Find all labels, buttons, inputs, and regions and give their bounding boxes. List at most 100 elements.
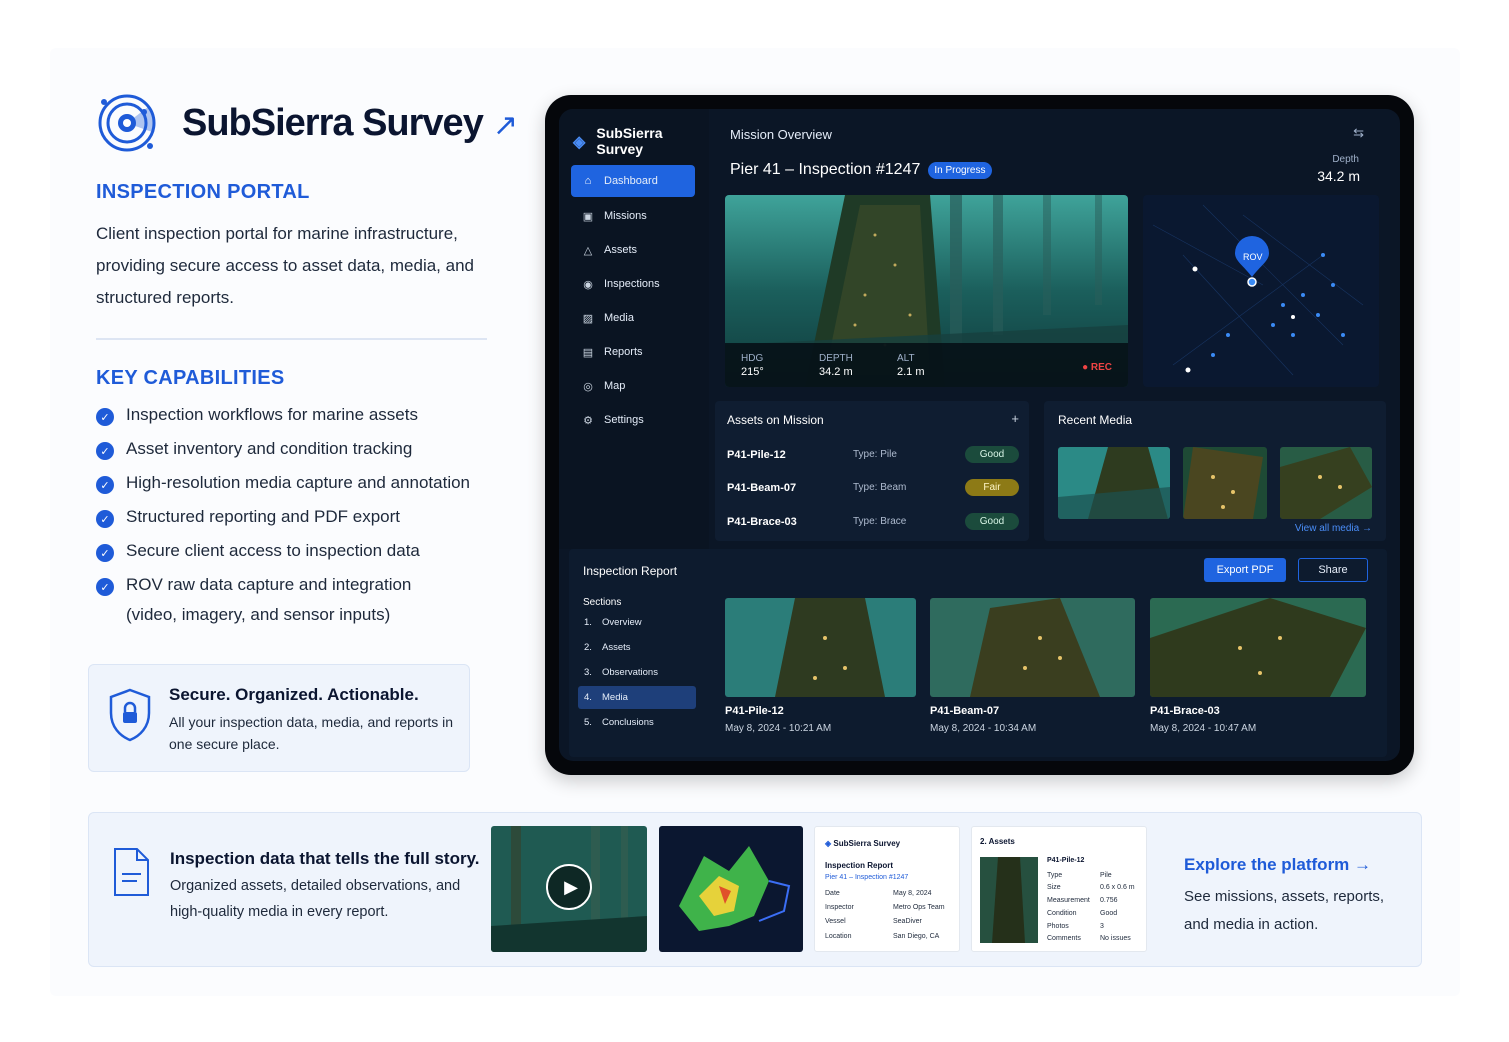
capabilities-heading: KEY CAPABILITIES [96,367,285,389]
report-card-thumbnail[interactable]: ◈ SubSierra Survey Inspection Report Pie… [814,826,960,952]
condition-badge: Good [965,446,1019,463]
telemetry-bar: HDG 215° DEPTH 34.2 m ALT 2.1 m ● REC [725,343,1128,387]
3d-model-thumbnail[interactable] [659,826,803,952]
explore-description: See missions, assets, reports, and media… [1184,888,1385,933]
condition-badge: Fair [965,479,1019,496]
check-icon: ✓ [96,408,114,426]
explore-platform-link[interactable]: Explore the platform → [1184,855,1371,875]
capability-item: ✓ Secure client access to inspection data [96,541,470,575]
section-item-conclusions[interactable]: 5. Conclusions [578,711,696,734]
mission-header: Pier 41 – Inspection #1247 In Progress [730,161,992,179]
media-thumbnail[interactable] [1058,447,1170,519]
portal-description: Client inspection portal for marine infr… [96,224,474,307]
page-title: Mission Overview [730,127,832,142]
section-item-observations[interactable]: 3. Observations [578,661,696,684]
report-media-date: May 8, 2024 - 10:47 AM [1150,723,1257,734]
app-logo-icon: ◈ [825,839,832,848]
rov-video-feed[interactable]: HDG 215° DEPTH 34.2 m ALT 2.1 m ● REC [725,195,1128,387]
assets-card-asset: P41-Pile-12 [1047,857,1085,864]
media-thumbnail[interactable] [1183,447,1267,519]
report-card-subtitle: Pier 41 – Inspection #1247 [825,874,909,881]
document-icon [114,848,149,896]
condition-badge: Good [965,513,1019,530]
report-card-title: Inspection Report [825,861,894,870]
report-card-brand: ◈ SubSierra Survey [825,839,901,848]
report-media-image[interactable] [1150,598,1366,697]
sidebar-item-settings[interactable]: ⚙ Settings [571,403,695,437]
sidebar-item-reports[interactable]: ▤ Reports [571,335,695,369]
sonar-map[interactable]: ROV [1143,195,1379,387]
depth-value: 34.2 m [1317,168,1360,184]
divider [96,338,487,340]
sidebar-item-missions[interactable]: ▣ Missions [571,199,695,233]
asset-row[interactable]: P41-Pile-12 Type: Pile Good [715,438,1029,472]
sidebar-item-inspections[interactable]: ◉ Inspections [571,267,695,301]
check-icon: ✓ [96,544,114,562]
home-icon: ⌂ [584,175,592,187]
media-thumbnail[interactable] [1280,447,1372,519]
banner-description: Organized assets, detailed observations,… [170,878,461,920]
bottom-banner: Inspection data that tells the full stor… [88,812,1422,967]
capability-item: ✓ Asset inventory and condition tracking [96,439,470,473]
tablet-frame: ◈ SubSierra Survey ⌂ Dashboard ▣ Missions … [545,95,1414,775]
report-media-name: P41-Beam-07 [930,705,1000,717]
check-icon: ✓ [96,442,114,460]
sections-label: Sections [583,597,622,608]
shield-lock-icon [109,688,151,742]
section-item-overview[interactable]: 1. Overview [578,611,696,634]
report-media-date: May 8, 2024 - 10:34 AM [930,723,1037,734]
capability-item: ✓ Inspection workflows for marine assets [96,405,470,439]
inspections-icon: ◉ [583,278,593,291]
report-media-name: P41-Pile-12 [725,705,784,717]
report-media-image[interactable] [930,598,1135,697]
add-asset-button[interactable]: + [1011,411,1019,426]
capability-item: ✓ High-resolution media capture and annot… [96,473,470,507]
view-all-media-link[interactable]: View all media → [1295,523,1372,534]
report-media-date: May 8, 2024 - 10:21 AM [725,723,832,734]
play-icon[interactable]: ▶ [546,864,592,910]
assets-icon: △ [583,244,593,257]
secure-description: All your inspection data, media, and rep… [169,714,454,752]
reports-icon: ▤ [582,346,594,359]
sidebar-item-media[interactable]: ▨ Media [571,301,695,335]
brand-header[interactable]: SubSierra Survey ↗ [96,92,518,154]
app-brand[interactable]: ◈ SubSierra Survey [573,125,709,157]
sidebar-nav: ⌂ Dashboard ▣ Missions △ Assets ◉ Inspection… [571,165,695,437]
sidebar-item-assets[interactable]: △ Assets [571,233,695,267]
media-icon: ▨ [582,312,594,325]
recent-media-panel: Recent Media View all media → [1044,401,1386,541]
expand-icon[interactable]: ⇆ [1353,125,1364,141]
report-media-name: P41-Brace-03 [1150,705,1220,717]
secure-title: Secure. Organized. Actionable. [169,685,419,704]
asset-row[interactable]: P41-Beam-07 Type: Beam Fair [715,471,1029,505]
telemetry-depth: DEPTH 34.2 m [819,352,853,378]
asset-row[interactable]: P41-Brace-03 Type: Brace Good [715,505,1029,539]
check-icon: ✓ [96,476,114,494]
export-pdf-button[interactable]: Export PDF [1204,558,1286,582]
report-media-image[interactable] [725,598,916,697]
section-item-media[interactable]: 4. Media [578,686,696,709]
assets-panel-title: Assets on Mission [727,413,824,427]
gear-icon: ⚙ [583,414,593,427]
check-icon: ✓ [96,578,114,596]
rec-indicator: ● REC [1082,362,1112,373]
share-button[interactable]: Share [1298,558,1368,582]
secure-callout: Secure. Organized. Actionable. All your … [88,664,470,772]
rov-marker-label: ROV [1243,252,1263,262]
video-thumbnail[interactable]: ▶ [491,826,647,952]
capability-item-sub: (video, imagery, and sensor inputs) [126,605,391,624]
sidebar-item-map[interactable]: ◎ Map [571,369,695,403]
sonar-logo-icon [98,94,156,152]
external-link-icon[interactable]: ↗ [493,108,518,143]
asset-photo [980,857,1038,943]
check-icon: ✓ [96,510,114,528]
app-logo-icon: ◈ [573,134,586,151]
mission-title: Pier 41 – Inspection #1247 [730,161,921,178]
report-title: Inspection Report [583,564,678,578]
telemetry-heading: HDG 215° [741,352,764,378]
sidebar-item-dashboard[interactable]: ⌂ Dashboard [571,165,695,197]
assets-card-thumbnail[interactable]: 2. Assets P41-Pile-12 Type Pile Size 0.6 x… [971,826,1147,952]
missions-icon: ▣ [582,210,594,223]
capability-item: ✓ Structured reporting and PDF export [96,507,470,541]
section-item-assets[interactable]: 2. Assets [578,636,696,659]
